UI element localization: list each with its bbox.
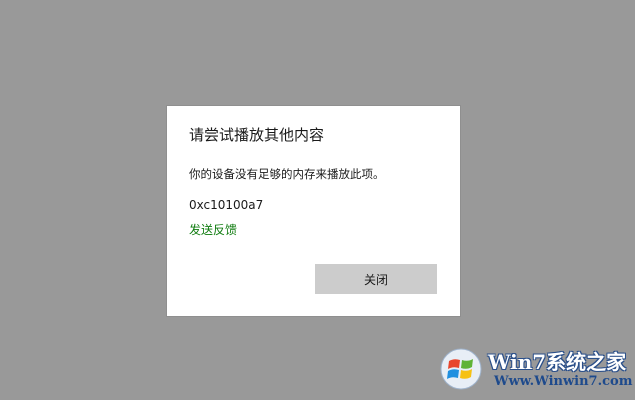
send-feedback-link[interactable]: 发送反馈 bbox=[189, 221, 237, 238]
windows-logo-icon bbox=[440, 348, 482, 390]
close-button[interactable]: 关闭 bbox=[315, 264, 437, 294]
site-watermark: Win7系统之家 Www.Winwin7.com bbox=[440, 340, 635, 398]
watermark-brand: Win7系统之家 bbox=[488, 350, 627, 374]
watermark-url: Www.Winwin7.com bbox=[494, 374, 633, 389]
dialog-title: 请尝试播放其他内容 bbox=[189, 126, 325, 144]
dialog-message: 你的设备没有足够的内存来播放此项。 bbox=[189, 167, 385, 181]
error-code: 0xc10100a7 bbox=[189, 198, 264, 212]
error-dialog: 请尝试播放其他内容 你的设备没有足够的内存来播放此项。 0xc10100a7 发… bbox=[167, 106, 460, 316]
